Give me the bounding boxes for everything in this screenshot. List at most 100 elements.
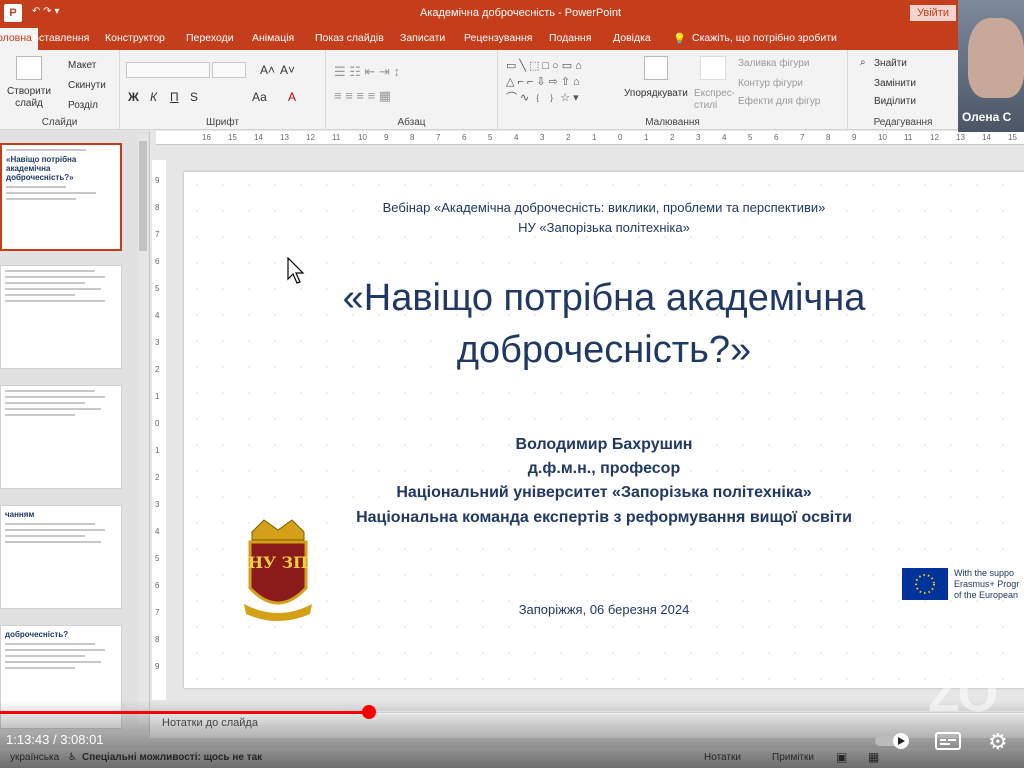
presenter-name[interactable]: Володимир Бахрушин [184,436,1024,454]
shape-outline-button[interactable]: Контур фігури [738,78,803,89]
normal-view-icon[interactable]: ▣ [836,750,847,764]
ruler-tick-label: 9 [852,133,857,142]
slide-thumbnail[interactable] [0,385,122,489]
editing-group-label: Редагування [873,117,933,128]
italic-button[interactable]: К [150,90,157,104]
arrange-icon[interactable] [644,56,668,80]
participant-video [968,18,1024,98]
lightbulb-icon: 💡 [673,33,687,45]
bullets-icon[interactable]: ☰ ☷ ⇤ ⇥ ↕ [334,64,400,80]
tab-review[interactable]: Рецензування [464,32,532,44]
arrange-button[interactable]: Упорядкувати [624,88,688,99]
presenter-degree[interactable]: д.ф.м.н., професор [184,460,1024,478]
font-group-label: Шрифт [206,117,239,128]
ruler-tick-label: 9 [155,176,160,185]
ruler-tick-label: 14 [254,133,263,142]
font-color-button[interactable]: А [288,90,296,104]
select-button[interactable]: Виділити [874,96,916,107]
strikethrough-button[interactable]: S [190,90,198,104]
ruler-tick-label: 4 [722,133,727,142]
webcam-tile: Олена С [958,0,1024,132]
thumbnails-scrollbar[interactable] [138,135,148,725]
webinar-title[interactable]: Вебінар «Академічна доброчесність: викли… [184,200,1024,215]
window-title: Академічна доброчесність - PowerPoint [420,7,622,19]
underline-button[interactable]: П [170,90,179,104]
ruler-tick-label: 9 [384,133,389,142]
section-button[interactable]: Розділ [68,100,98,111]
slide-thumbnail[interactable]: «Навіщо потрібна академічна доброчесніст… [0,143,122,251]
tab-view[interactable]: Подання [549,32,591,44]
font-name-combobox[interactable] [126,62,210,78]
ruler-tick-label: 1 [592,133,597,142]
tab-record[interactable]: Записати [400,32,445,44]
grow-font-icon[interactable]: A˄ [260,63,275,77]
drawing-group: ▭╲⬚□○▭⌂ △⌐⌐⇩⇨⇧⌂ ⌒∿﹛﹜☆▾ Упорядкувати Експре… [498,50,848,130]
layout-button[interactable]: Макет [68,60,96,71]
ruler-tick-label: 5 [748,133,753,142]
ruler-tick-label: 6 [462,133,467,142]
bold-button[interactable]: Ж [128,90,139,104]
font-group: A˄ A˅ Ж К П S Аа А Шрифт [120,50,326,130]
tell-me-search[interactable]: Скажіть, що потрібно зробити [692,32,837,44]
slide-thumbnail[interactable] [0,265,122,369]
align-icons[interactable]: ≡ ≡ ≡ ≡ ▦ [334,88,391,104]
ruler-tick-label: 6 [155,257,160,266]
new-slide-button[interactable]: Створити слайд [4,86,54,110]
shape-effects-button[interactable]: Ефекти для фігур [738,96,820,107]
zoom-watermark: ZO [928,665,998,723]
shapes-gallery[interactable]: ▭╲⬚□○▭⌂ △⌐⌐⇩⇨⇧⌂ ⌒∿﹛﹜☆▾ [506,58,610,110]
ruler-tick-label: 16 [202,133,211,142]
ruler-tick-label: 1 [644,133,649,142]
slide-thumbnail[interactable]: чанням [0,505,122,609]
ruler-tick-label: 3 [155,338,160,347]
ruler-tick-label: 3 [540,133,545,142]
participant-name: Олена С [962,110,1012,124]
ruler-tick-label: 13 [280,133,289,142]
title-bar: P ↶ ↷ ▾ Академічна доброчесність - Power… [0,0,1024,26]
autoplay-toggle-icon[interactable] [874,732,912,755]
ruler-tick-label: 4 [155,311,160,320]
sign-in-button[interactable]: Увійти [910,5,956,21]
accessibility-status[interactable]: Спеціальні можливості: щось не так [82,752,262,763]
new-slide-icon[interactable] [16,56,42,80]
shape-fill-button[interactable]: Заливка фігури [738,58,809,69]
university-crest-icon: НУ ЗП [244,519,312,621]
paragraph-group: ☰ ☷ ⇤ ⇥ ↕ ≡ ≡ ≡ ≡ ▦ Абзац [326,50,498,130]
slide-title-line-2: доброчесність?» [456,329,752,371]
eu-text-line-3: of the European [954,590,1019,600]
change-case-button[interactable]: Аа [252,90,267,104]
tab-insert[interactable]: Вставлення [32,32,89,44]
organizer-line[interactable]: НУ «Запорізька політехніка» [184,220,1024,235]
slide[interactable]: Вебінар «Академічна доброчесність: викли… [184,172,1024,688]
ruler-tick-label: 6 [155,581,160,590]
tab-help[interactable]: Довідка [613,32,651,44]
vertical-ruler: 9 8 7 6 5 4 3 2 1 0 1 2 3 4 5 6 7 8 9 [152,160,166,700]
slide-title[interactable]: «Навіщо потрібна академічна доброчесніст… [184,272,1024,376]
ruler-tick-label: 7 [155,608,160,617]
tab-transitions[interactable]: Переходи [186,32,234,44]
ruler-tick-label: 7 [800,133,805,142]
quick-styles-button[interactable]: Експрес-стилі [694,88,735,112]
eu-text-line-1: With the suppo [954,568,1015,578]
quick-access-toolbar[interactable]: ↶ ↷ ▾ [32,6,59,17]
comments-toggle-button[interactable]: Примітки [772,752,814,763]
ruler-tick-label: 3 [155,500,160,509]
notes-toggle-button[interactable]: Нотатки [704,752,741,763]
replace-button[interactable]: Замінити [874,78,916,89]
font-size-combobox[interactable] [212,62,246,78]
presenter-university[interactable]: Національний університет «Запорізька пол… [184,484,1024,502]
quick-styles-icon[interactable] [700,56,726,80]
slides-group: Створити слайд Макет Скинути Розділ Слай… [0,50,120,130]
shrink-font-icon[interactable]: A˅ [280,63,295,77]
language-indicator[interactable]: українська [10,752,59,763]
ruler-tick-label: 4 [514,133,519,142]
find-button[interactable]: Знайти [874,58,907,69]
tab-slideshow[interactable]: Показ слайдів [315,32,384,44]
tab-animations[interactable]: Анімація [252,32,294,44]
thumbnail-title: чанням [5,510,35,519]
tab-design[interactable]: Конструктор [105,32,165,44]
reset-button[interactable]: Скинути [68,80,106,91]
ruler-tick-label: 2 [155,365,160,374]
subtitles-icon[interactable] [934,730,962,757]
settings-gear-icon[interactable]: ⚙ [988,729,1008,755]
